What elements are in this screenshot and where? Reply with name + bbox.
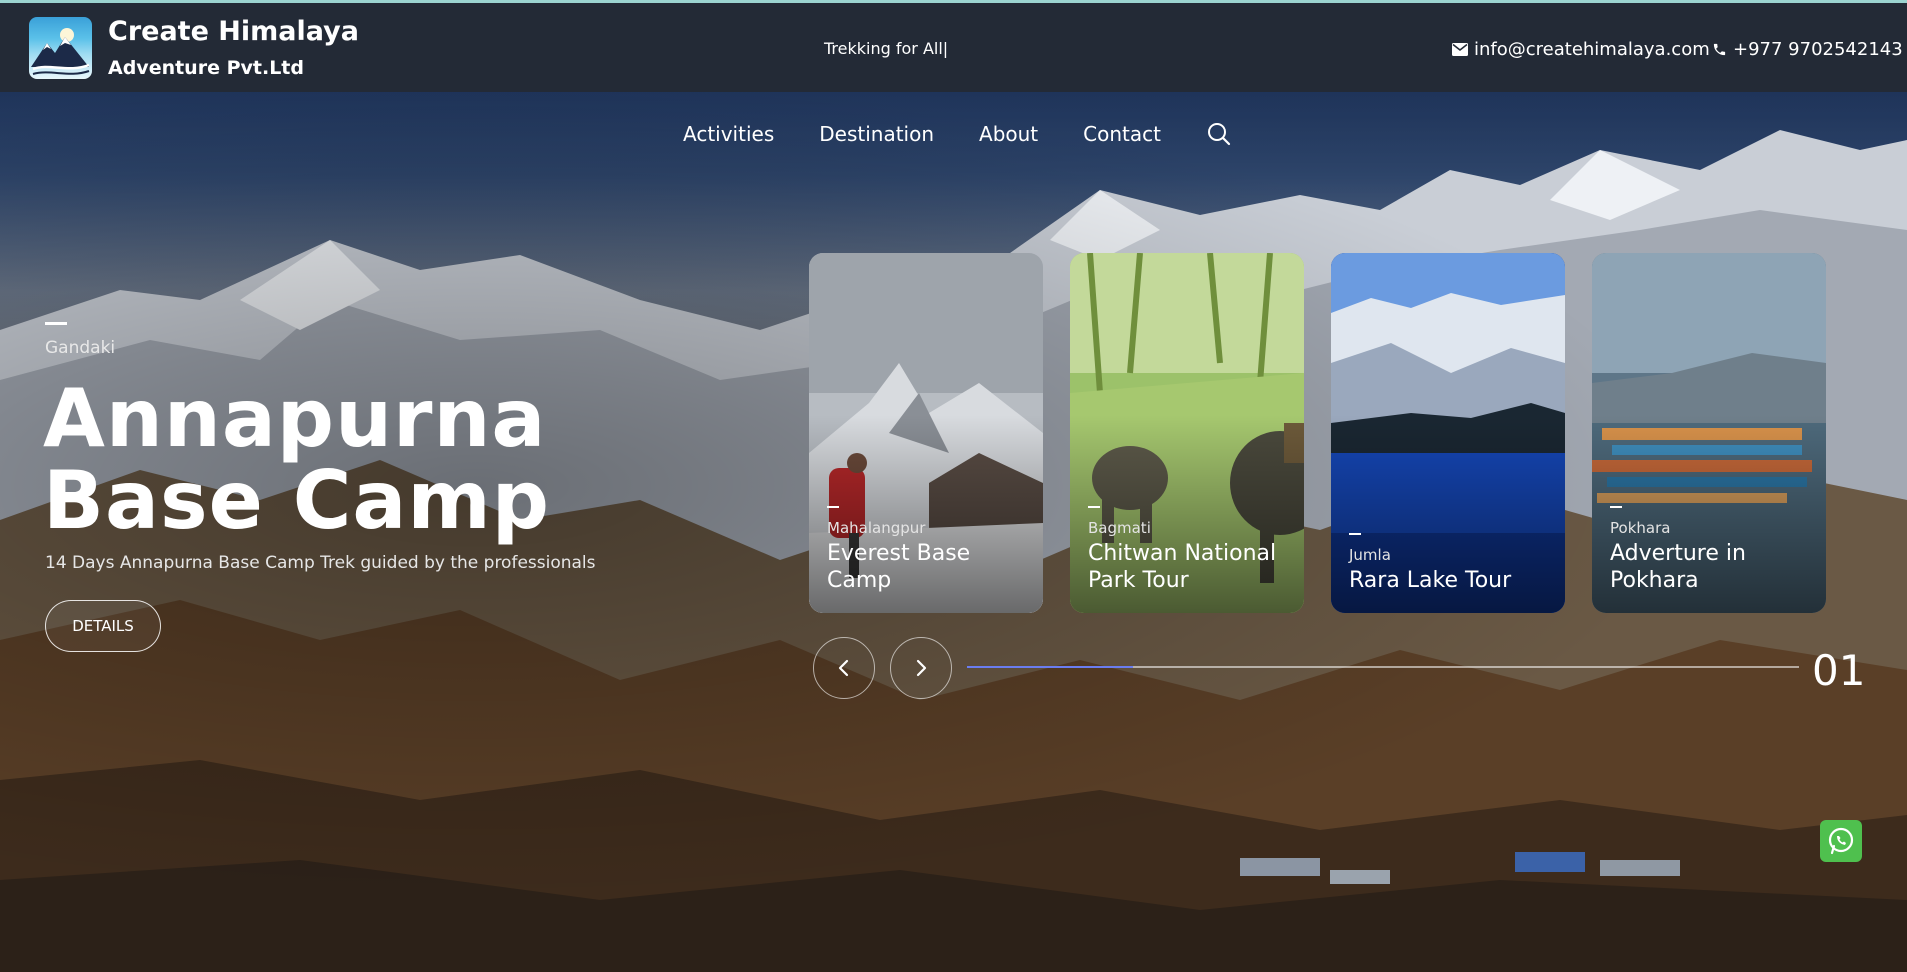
nav-destination[interactable]: Destination: [819, 122, 934, 146]
brand-subtitle[interactable]: Adventure Pvt.Ltd: [108, 57, 304, 79]
card-dash: [1349, 533, 1361, 535]
slider-next-button[interactable]: [890, 637, 952, 699]
main-nav: Activities Destination About Contact: [683, 121, 1232, 147]
chevron-left-icon: [838, 659, 849, 677]
destination-card-rara[interactable]: Jumla Rara Lake Tour: [1331, 253, 1565, 613]
card-region: Pokhara: [1610, 519, 1671, 537]
card-title: Rara Lake Tour: [1349, 568, 1512, 593]
tagline: Trekking for All|: [824, 39, 949, 58]
card-region: Mahalangpur: [827, 519, 926, 537]
card-region: Jumla: [1349, 546, 1391, 564]
contact-email[interactable]: info@createhimalaya.com: [1452, 39, 1710, 60]
mail-icon: [1452, 43, 1468, 56]
brand-name[interactable]: Create Himalaya: [108, 16, 359, 47]
search-icon[interactable]: [1206, 121, 1232, 147]
destination-card-pokhara[interactable]: Pokhara Adverture in Pokhara: [1592, 253, 1826, 613]
chevron-right-icon: [916, 659, 927, 677]
card-title: Adverture in Pokhara: [1610, 541, 1746, 593]
email-text[interactable]: info@createhimalaya.com: [1474, 39, 1710, 60]
slider-progress-track: [967, 666, 1799, 668]
hero-description: 14 Days Annapurna Base Camp Trek guided …: [45, 553, 596, 573]
destination-card-everest[interactable]: Mahalangpur Everest Base Camp: [809, 253, 1043, 613]
hero-dash-divider: [45, 322, 67, 325]
nav-contact[interactable]: Contact: [1083, 122, 1161, 146]
destination-card-chitwan[interactable]: Bagmati Chitwan National Park Tour: [1070, 253, 1304, 613]
top-bar: Create Himalaya Adventure Pvt.Ltd Trekki…: [0, 0, 1907, 92]
card-dash: [1088, 506, 1100, 508]
card-dash: [827, 506, 839, 508]
card-region: Bagmati: [1088, 519, 1151, 537]
slider-progress-fill: [967, 666, 1134, 668]
nav-activities[interactable]: Activities: [683, 122, 774, 146]
card-title: Chitwan National Park Tour: [1088, 541, 1277, 593]
nav-about[interactable]: About: [979, 122, 1038, 146]
phone-icon: [1713, 43, 1726, 56]
hero-title: Annapurna Base Camp: [43, 372, 551, 547]
phone-text[interactable]: +977 9702542143: [1733, 39, 1903, 60]
card-title: Everest Base Camp: [827, 541, 971, 593]
card-dash: [1610, 506, 1622, 508]
hero-region: Gandaki: [45, 338, 116, 358]
contact-phone[interactable]: +977 9702542143: [1712, 39, 1903, 60]
slider-prev-button[interactable]: [813, 637, 875, 699]
details-button[interactable]: DETAILS: [45, 600, 161, 652]
mountain-logo-icon[interactable]: [29, 17, 92, 79]
slide-number: 01: [1812, 646, 1866, 695]
whatsapp-button[interactable]: [1820, 820, 1862, 862]
whatsapp-icon: [1828, 827, 1854, 855]
